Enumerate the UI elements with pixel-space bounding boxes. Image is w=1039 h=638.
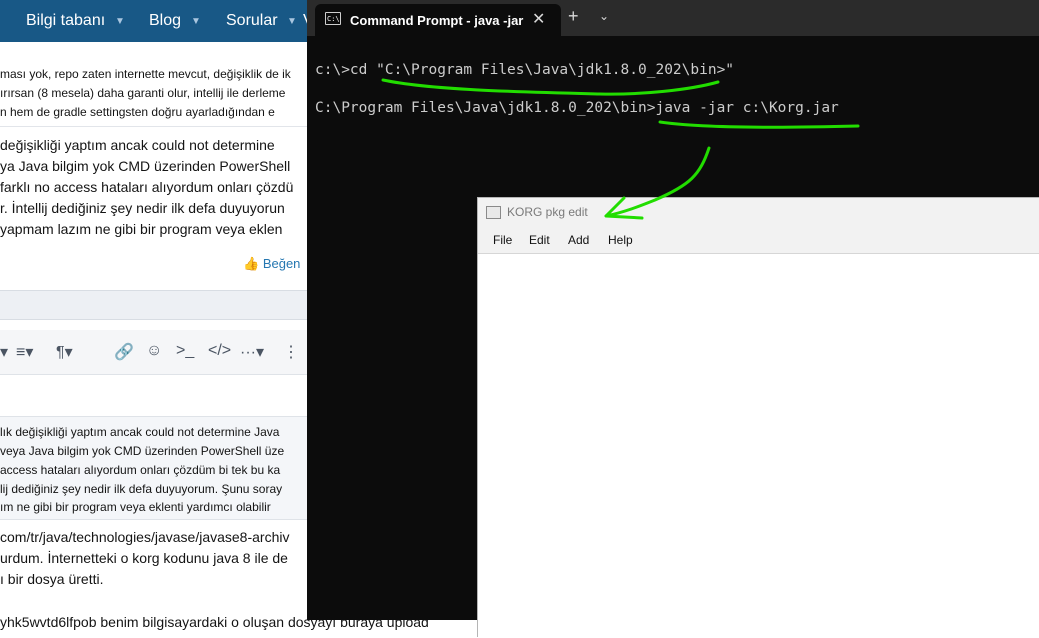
- forum-nav-bar: Bilgi tabanı ▼ Blog ▼ Sorular ▼ V: [0, 0, 320, 42]
- post-text-line: ya Java bilgim yok CMD üzerinden PowerSh…: [0, 158, 291, 174]
- like-label: Beğen: [262, 256, 301, 271]
- terminal-tab-title: Command Prompt - java -jar: [350, 13, 524, 28]
- menu-edit[interactable]: Edit: [529, 233, 550, 247]
- reply-text-line: com/tr/java/technologies/javase/javase8-…: [0, 529, 290, 545]
- code-inline-icon[interactable]: >_: [176, 342, 194, 360]
- quote-text-line: ım ne gibi bir program veya eklenti yard…: [0, 500, 271, 514]
- chevron-down-icon[interactable]: ▼: [287, 16, 297, 27]
- terminal-line: c:\>cd "C:\Program Files\Java\jdk1.8.0_2…: [315, 62, 735, 78]
- more-icon[interactable]: ···▾: [240, 342, 264, 362]
- korg-pkg-edit-window[interactable]: KORG pkg edit File Edit Add Help: [477, 197, 1039, 638]
- quote-text-line: access hataları alıyordum onları çözdüm …: [0, 463, 281, 477]
- chevron-down-icon[interactable]: ▾: [0, 342, 8, 362]
- thumbs-up-icon: 👍: [243, 256, 260, 271]
- post-text-line: farklı no access hataları alıyordum onla…: [0, 179, 294, 195]
- chevron-down-icon[interactable]: ▼: [191, 16, 201, 27]
- section-separator: [0, 290, 310, 320]
- editor-toolbar: ▾ ≡▾ ¶▾ 🔗 ☺ >_ </> ···▾ ⋮: [0, 330, 310, 375]
- post-text-line: değişikliği yaptım ancak could not deter…: [0, 137, 275, 153]
- window-title: KORG pkg edit: [507, 205, 588, 219]
- menu-help[interactable]: Help: [608, 233, 633, 247]
- align-icon[interactable]: ≡▾: [16, 342, 33, 362]
- chevron-down-icon[interactable]: ⌄: [599, 9, 609, 23]
- nav-item-blog[interactable]: Blog: [149, 12, 181, 30]
- window-app-icon: [486, 206, 501, 219]
- menu-file[interactable]: File: [493, 233, 512, 247]
- link-icon[interactable]: 🔗: [114, 342, 134, 362]
- menu-bar: File Edit Add Help: [478, 226, 1039, 254]
- editor-content-area[interactable]: lık değişikliği yaptım ancak could not d…: [0, 416, 310, 520]
- nav-item-bilgi-tabani[interactable]: Bilgi tabanı: [26, 12, 105, 30]
- quote-text-line: lık değişikliği yaptım ancak could not d…: [0, 425, 280, 439]
- drag-handle-icon[interactable]: ⋮: [283, 342, 299, 362]
- quote-text-line: lij dediğiniz şey nedir ilk defa duyuyor…: [0, 482, 283, 496]
- terminal-line: C:\Program Files\Java\jdk1.8.0_202\bin>j…: [315, 100, 839, 116]
- terminal-titlebar: C:\ Command Prompt - java -jar ✕ + ⌄: [307, 0, 1039, 36]
- new-tab-icon[interactable]: +: [568, 6, 579, 27]
- divider: [0, 126, 310, 127]
- window-titlebar: KORG pkg edit: [478, 198, 1039, 226]
- code-block-icon[interactable]: </>: [208, 342, 231, 360]
- reply-text-line: urdum. İnternetteki o korg kodunu java 8…: [0, 550, 288, 566]
- post-text-line: ırırsan (8 mesela) daha garanti olur, in…: [0, 86, 286, 100]
- post-text-line: n hem de gradle settingsten doğru ayarla…: [0, 105, 275, 119]
- terminal-icon: C:\: [325, 12, 341, 25]
- like-button[interactable]: 👍 Beğen: [243, 256, 300, 272]
- post-text-line: yapmam lazım ne gibi bir program veya ek…: [0, 221, 283, 237]
- quote-text-line: veya Java bilgim yok CMD üzerinden Power…: [0, 444, 285, 458]
- paragraph-icon[interactable]: ¶▾: [56, 342, 73, 362]
- terminal-tab[interactable]: C:\ Command Prompt - java -jar ✕: [315, 4, 561, 36]
- emoji-icon[interactable]: ☺: [146, 342, 162, 360]
- post-text-line: r. İntellij dediğiniz şey nedir ilk defa…: [0, 200, 285, 216]
- post-text-line: ması yok, repo zaten internette mevcut, …: [0, 67, 291, 81]
- nav-item-sorular[interactable]: Sorular: [226, 12, 278, 30]
- menu-add[interactable]: Add: [568, 233, 589, 247]
- window-content-area[interactable]: [478, 254, 1039, 638]
- close-icon[interactable]: ✕: [532, 9, 545, 29]
- chevron-down-icon[interactable]: ▼: [115, 16, 125, 27]
- reply-text-line: ı bir dosya üretti.: [0, 571, 104, 587]
